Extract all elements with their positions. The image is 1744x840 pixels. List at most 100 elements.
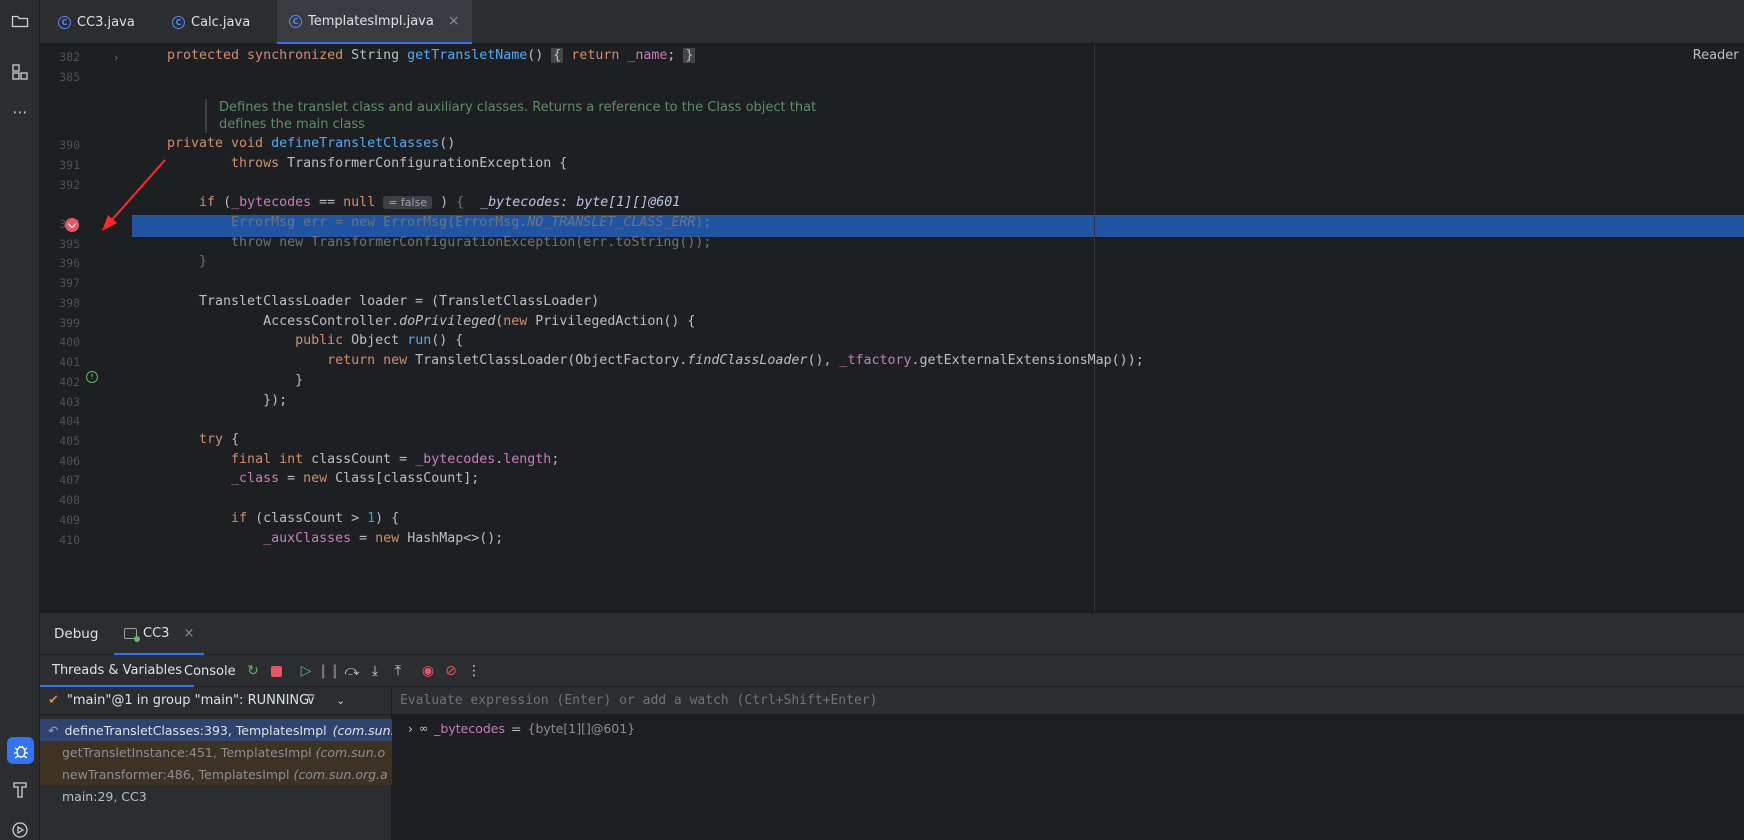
code-line: throw new TransformerConfigurationExcept… — [167, 235, 712, 250]
variable-name: _bytecodes — [434, 721, 506, 736]
code-line: }); — [167, 393, 288, 408]
tab-label: Calc.java — [191, 14, 251, 30]
editor-tab-bar: C CC3.java C Calc.java C TemplatesImpl.j… — [40, 0, 1744, 44]
debug-toolbar: Threads & Variables Console ↻ ▷ ❙❙ ⤼ ⤓ ⤒… — [40, 655, 1744, 687]
frame-method: main:29, CC3 — [62, 788, 147, 804]
class-icon: C — [58, 15, 71, 29]
session-tab-cc3[interactable]: CC3 × — [114, 613, 205, 655]
doc-line: Defines the translet class and auxiliary… — [219, 100, 817, 115]
watch-glasses-icon: ∞ — [419, 722, 429, 735]
code-line-current: if (_bytecodes == null = false ) { _byte… — [199, 195, 681, 210]
line-number: 402 — [59, 375, 80, 389]
variable-row[interactable]: › ∞ _bytecodes = {byte[1][]@601} — [408, 721, 635, 736]
code-line: _auxClasses = new HashMap<>(); — [263, 531, 504, 546]
frame-package: (com.sun.org.a — [293, 766, 388, 782]
line-number: 400 — [59, 335, 80, 349]
fold-chevron-icon[interactable]: › — [114, 51, 118, 64]
line-number: 404 — [59, 414, 80, 428]
inline-value-hint: = false — [383, 196, 433, 209]
right-margin-guide — [1094, 44, 1095, 612]
code-line: ErrorMsg err = new ErrorMsg(ErrorMsg.NO_… — [167, 215, 712, 230]
reader-mode-toggle[interactable]: Reader M — [1693, 48, 1744, 63]
line-number: 408 — [59, 493, 80, 507]
step-into-icon[interactable]: ⤓ — [367, 663, 383, 679]
doc-line: defines the main class — [219, 117, 365, 132]
tab-console[interactable]: Console — [172, 655, 248, 687]
view-breakpoints-icon[interactable]: ◉ — [420, 663, 436, 679]
breakpoint-icon[interactable] — [65, 218, 79, 232]
class-icon: C — [172, 15, 185, 29]
code-line: final int classCount = _bytecodes.length… — [231, 452, 560, 467]
line-number: 409 — [59, 513, 80, 527]
filter-icon[interactable]: ⊽ — [306, 693, 316, 708]
build-icon[interactable] — [10, 780, 30, 800]
code-line: try { — [199, 432, 240, 447]
override-icon[interactable]: ↑ — [86, 371, 98, 383]
frame-method: defineTransletClasses:393, TemplatesImpl — [64, 722, 327, 738]
run-icon[interactable] — [10, 820, 30, 840]
code-line: AccessController.doPrivileged(new Privil… — [167, 314, 696, 329]
line-number: 392 — [59, 178, 80, 192]
line-number: 406 — [59, 454, 80, 468]
code-line: if (classCount > 1) { — [231, 511, 400, 526]
check-icon: ✔ — [48, 693, 59, 708]
tab-threads-variables[interactable]: Threads & Variables — [40, 655, 195, 687]
code-line: TransletClassLoader loader = (TransletCl… — [167, 294, 600, 309]
line-number: 397 — [59, 276, 80, 290]
rerun-icon[interactable]: ↻ — [245, 663, 261, 679]
more-icon[interactable]: ⋯ — [10, 102, 30, 122]
step-out-icon[interactable]: ⤒ — [390, 663, 406, 679]
variable-value: {byte[1][]@601} — [527, 721, 636, 736]
close-icon[interactable]: × — [448, 13, 460, 29]
close-icon[interactable]: × — [183, 626, 194, 641]
frame-method: newTransformer:486, TemplatesImpl — [62, 766, 290, 782]
debug-header: Debug CC3 × — [40, 613, 1744, 655]
step-over-icon[interactable]: ⤼ — [344, 663, 360, 679]
line-number: 410 — [59, 533, 80, 547]
line-number: 391 — [59, 158, 80, 172]
code-line: protected synchronized String getTransle… — [167, 48, 696, 63]
code-line: public Object run() { — [295, 333, 464, 348]
run-config-icon — [124, 627, 140, 642]
tab-cc3[interactable]: C CC3.java — [46, 0, 147, 44]
tool-window-bar: ⋯ — [0, 0, 40, 840]
stop-icon[interactable] — [268, 663, 284, 679]
code-line: throws TransformerConfigurationException… — [231, 156, 568, 171]
tab-templatesimpl[interactable]: C TemplatesImpl.java × — [277, 0, 472, 44]
code-line: } — [167, 373, 304, 388]
thread-selector[interactable]: ✔ "main"@1 in group "main": RUNNING ⊽ ⌄ — [40, 687, 392, 715]
debug-tool-window: Debug CC3 × Threads & Variables Console … — [40, 612, 1744, 840]
variable-equals: = — [511, 721, 522, 736]
stack-frame[interactable]: newTransformer:486, TemplatesImpl (com.s… — [40, 763, 392, 785]
line-number: 398 — [59, 296, 80, 310]
tab-label: CC3.java — [77, 14, 135, 30]
structure-icon[interactable] — [10, 62, 30, 82]
chevron-down-icon[interactable]: ⌄ — [336, 694, 345, 707]
code-line: private void defineTransletClasses() — [167, 136, 456, 151]
resume-icon[interactable]: ▷ — [298, 663, 314, 679]
line-number: 395 — [59, 237, 80, 251]
stack-frame[interactable]: getTransletInstance:451, TemplatesImpl (… — [40, 741, 392, 763]
line-number: 407 — [59, 473, 80, 487]
line-number: 385 — [59, 70, 80, 84]
stack-frame[interactable]: main:29, CC3 — [40, 785, 392, 807]
evaluate-expression-input[interactable]: Evaluate expression (Enter) or add a wat… — [392, 687, 1744, 715]
mute-breakpoints-icon[interactable]: ⊘ — [443, 663, 459, 679]
thread-label: "main"@1 in group "main": RUNNING — [66, 693, 310, 708]
code-editor[interactable]: Reader M 382 385 390 391 392 393 394 395… — [40, 44, 1744, 612]
tab-calc[interactable]: C Calc.java — [160, 0, 262, 44]
debug-icon[interactable] — [7, 737, 34, 764]
code-line: return new TransletClassLoader(ObjectFac… — [327, 353, 1144, 368]
folder-icon[interactable] — [10, 11, 30, 31]
line-number: 390 — [59, 138, 80, 152]
code-line: _class = new Class[classCount]; — [231, 471, 480, 486]
code-line: } — [167, 254, 208, 269]
chevron-right-icon[interactable]: › — [408, 721, 413, 736]
class-icon: C — [289, 14, 302, 28]
more-options-icon[interactable]: ⋮ — [466, 663, 482, 679]
variables-panel: Evaluate expression (Enter) or add a wat… — [392, 687, 1744, 840]
return-icon: ↶ — [48, 722, 59, 738]
pause-icon[interactable]: ❙❙ — [317, 663, 340, 679]
gutter[interactable]: 382 385 390 391 392 393 394 395 396 397 … — [40, 44, 132, 612]
session-label: CC3 — [143, 625, 170, 641]
